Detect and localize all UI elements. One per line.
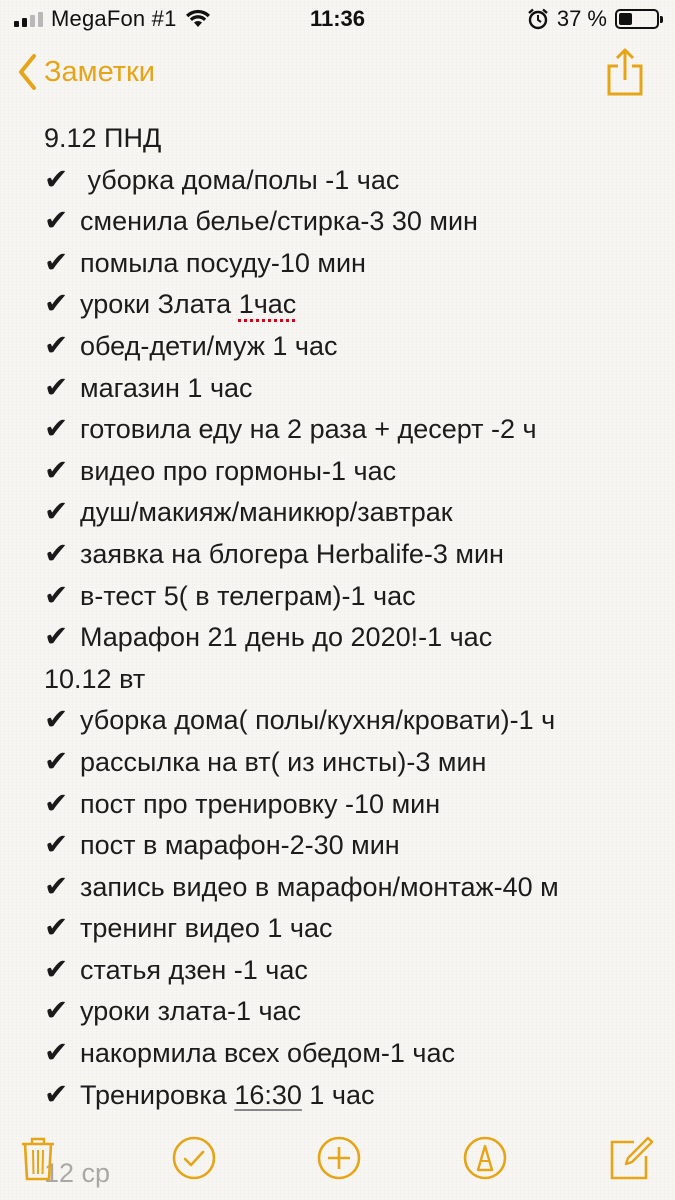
note-heading[interactable]: 9.12 ПНД: [44, 118, 664, 160]
note-checklist-line[interactable]: ✔ запись видео в марафон/монтаж-40 м: [44, 867, 664, 909]
note-checklist-line[interactable]: ✔ уборка дома/полы -1 час: [44, 160, 664, 202]
note-line-text: обед-дети/муж 1 час: [80, 330, 338, 361]
checkmark-icon: ✔: [44, 579, 69, 612]
note-checklist-line[interactable]: ✔ помыла посуду-10 мин: [44, 243, 664, 285]
checkmark-icon: ✔: [44, 621, 69, 654]
note-checklist-line[interactable]: ✔ в-тест 5( в телеграм)-1 час: [44, 576, 664, 618]
note-checklist-line[interactable]: ✔ заявка на блогера Herbalife-3 мин: [44, 534, 664, 576]
note-checklist-line[interactable]: ✔ Марафон 21 день до 2020!-1 час: [44, 617, 664, 659]
battery-percent: 37 %: [556, 6, 607, 31]
alarm-clock-icon: [528, 8, 548, 30]
checkmark-icon: ✔: [44, 704, 69, 737]
note-line-text: душ/макияж/маникюр/завтрак: [80, 497, 453, 528]
note-checklist-line[interactable]: ✔ уборка дома( полы/кухня/кровати)-1 ч: [44, 700, 664, 742]
note-line-text: магазин 1 час: [80, 372, 253, 403]
checkmark-icon: ✔: [44, 288, 69, 321]
misspelled-word: 1час: [238, 289, 297, 320]
note-checklist-line[interactable]: ✔ статья дзен -1 час: [44, 950, 664, 992]
checkmark-icon: ✔: [44, 1078, 69, 1111]
checkmark-circle-icon[interactable]: [170, 1134, 218, 1182]
note-checklist-line[interactable]: ✔ готовила еду на 2 раза + десерт -2 ч: [44, 409, 664, 451]
note-line-text: сменила белье/стирка-3 30 мин: [80, 206, 478, 237]
note-line-text: 9.12 ПНД: [44, 123, 162, 153]
checkmark-icon: ✔: [44, 829, 69, 862]
note-checklist-line[interactable]: ✔ рассылка на вт( из инсты)-3 мин: [44, 742, 664, 784]
note-line-text: Тренировка: [80, 1079, 235, 1110]
note-line-text: уборка дома/полы -1 час: [80, 164, 400, 195]
note-line-text: заявка на блогера Herbalife-3 мин: [80, 538, 504, 569]
checkmark-icon: ✔: [44, 413, 69, 446]
note-line-text: рассылка на вт( из инсты)-3 мин: [80, 746, 487, 777]
checkmark-icon: ✔: [44, 329, 69, 362]
checkmark-icon: ✔: [44, 1037, 69, 1070]
checkmark-icon: ✔: [44, 745, 69, 778]
note-heading[interactable]: 10.12 вт: [44, 659, 664, 701]
trash-icon[interactable]: [14, 1134, 62, 1182]
note-line-text: накормила всех обедом-1 час: [80, 1038, 455, 1069]
note-line-text: уроки Злата: [80, 289, 239, 320]
checkmark-icon: ✔: [44, 870, 69, 903]
checkmark-icon: ✔: [44, 205, 69, 238]
note-checklist-line[interactable]: ✔ уроки злата-1 час: [44, 991, 664, 1033]
note-body[interactable]: 9.12 ПНД ✔ уборка дома/полы -1 час ✔ сменил…: [44, 118, 664, 1116]
note-line-text: тренинг видео 1 час: [80, 913, 333, 944]
back-label: Заметки: [44, 55, 155, 88]
note-checklist-line[interactable]: ✔ видео про гормоны-1 час: [44, 451, 664, 493]
note-checklist-line[interactable]: ✔ накормила всех обедом-1 час: [44, 1033, 664, 1075]
note-line-text: уборка дома( полы/кухня/кровати)-1 ч: [80, 705, 556, 736]
note-line-text: в-тест 5( в телеграм)-1 час: [80, 580, 416, 611]
note-checklist-line[interactable]: ✔ Тренировка 16:30 1 час: [44, 1075, 664, 1117]
battery-icon: [615, 9, 663, 29]
battery-level: [619, 13, 633, 25]
note-line-text-after: 1 час: [301, 1079, 375, 1110]
share-icon[interactable]: [605, 46, 645, 98]
note-line-text: 10.12 вт: [44, 663, 146, 694]
note-checklist-line[interactable]: ✔ сменила белье/стирка-3 30 мин: [44, 201, 664, 243]
note-checklist-line[interactable]: ✔ тренинг видео 1 час: [44, 908, 664, 950]
note-checklist-line[interactable]: ✔ уроки Злата 1час: [44, 284, 664, 326]
note-checklist-line[interactable]: ✔ обед-дети/муж 1 час: [44, 326, 664, 368]
note-line-text: готовила еду на 2 раза + десерт -2 ч: [80, 414, 537, 445]
note-line-text: пост про тренировку -10 мин: [80, 788, 441, 819]
compose-icon[interactable]: [606, 1134, 654, 1182]
note-line-text: статья дзен -1 час: [80, 954, 308, 985]
checkmark-icon: ✔: [44, 454, 69, 487]
note-checklist-line[interactable]: ✔ магазин 1 час: [44, 368, 664, 410]
note-checklist-line[interactable]: ✔ пост про тренировку -10 мин: [44, 784, 664, 826]
note-line-text: запись видео в марафон/монтаж-40 м: [80, 871, 559, 902]
plus-circle-icon[interactable]: [315, 1134, 363, 1182]
back-button[interactable]: Заметки: [16, 52, 155, 92]
checkmark-icon: ✔: [44, 246, 69, 279]
checkmark-icon: ✔: [44, 912, 69, 945]
checkmark-icon: ✔: [44, 787, 69, 820]
checkmark-icon: ✔: [44, 953, 69, 986]
chevron-left-icon: [19, 54, 36, 90]
bottom-toolbar: [0, 1130, 675, 1200]
note-line-text: помыла посуду-10 мин: [80, 247, 366, 278]
status-right: 37 %: [527, 6, 663, 32]
detected-time-link[interactable]: 16:30: [234, 1080, 302, 1110]
note-checklist-line[interactable]: ✔ душ/макияж/маникюр/завтрак: [44, 492, 664, 534]
note-line-text: видео про гормоны-1 час: [80, 455, 397, 486]
status-bar: MegaFon #1 11:36 37 %: [0, 0, 675, 40]
checkmark-icon: ✔: [44, 163, 69, 196]
note-line-text: уроки злата-1 час: [80, 996, 302, 1027]
note-checklist-line[interactable]: ✔ пост в марафон-2-30 мин: [44, 825, 664, 867]
checkmark-icon: ✔: [44, 496, 69, 529]
note-line-text: пост в марафон-2-30 мин: [80, 830, 400, 861]
note-line-text: Марафон 21 день до 2020!-1 час: [80, 622, 493, 653]
pen-circle-icon[interactable]: [461, 1134, 509, 1182]
checkmark-icon: ✔: [44, 537, 69, 570]
checkmark-icon: ✔: [44, 995, 69, 1028]
checkmark-icon: ✔: [44, 371, 69, 404]
nav-bar: Заметки: [0, 40, 675, 110]
